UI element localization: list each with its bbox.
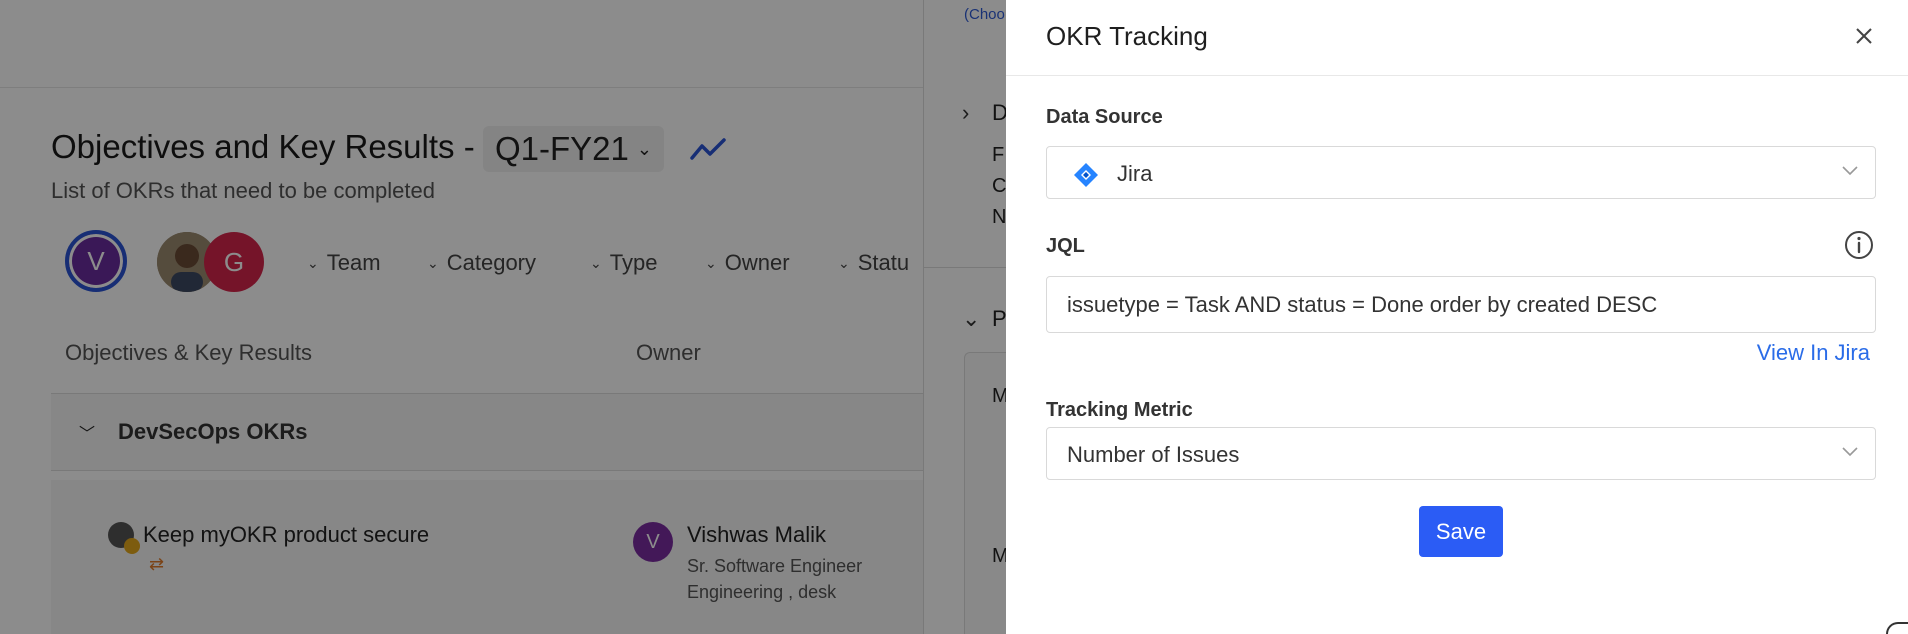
info-icon[interactable] — [1844, 230, 1874, 260]
okr-tracking-modal: OKR Tracking Data Source Jira JQL View I… — [1006, 0, 1908, 634]
tracking-metric-select[interactable]: Number of Issues — [1046, 427, 1876, 480]
modal-header: OKR Tracking — [1006, 0, 1908, 76]
jira-icon — [1074, 163, 1098, 187]
save-button[interactable]: Save — [1419, 506, 1503, 557]
chevron-down-icon — [1842, 166, 1858, 176]
data-source-label: Data Source — [1046, 106, 1163, 128]
modal-title: OKR Tracking — [1046, 21, 1208, 51]
data-source-value: Jira — [1117, 161, 1153, 186]
tracking-metric-label: Tracking Metric — [1046, 399, 1193, 421]
data-source-select[interactable]: Jira — [1046, 146, 1876, 199]
tracking-metric-value: Number of Issues — [1067, 442, 1240, 467]
jql-input[interactable] — [1046, 276, 1876, 333]
close-button[interactable] — [1844, 16, 1884, 56]
close-icon — [1856, 28, 1872, 44]
chevron-down-icon — [1842, 447, 1858, 457]
resize-handle — [1886, 622, 1908, 634]
modal-backdrop[interactable] — [0, 0, 1006, 634]
view-in-jira-link[interactable]: View In Jira — [1757, 340, 1870, 366]
jql-label: JQL — [1046, 235, 1085, 257]
